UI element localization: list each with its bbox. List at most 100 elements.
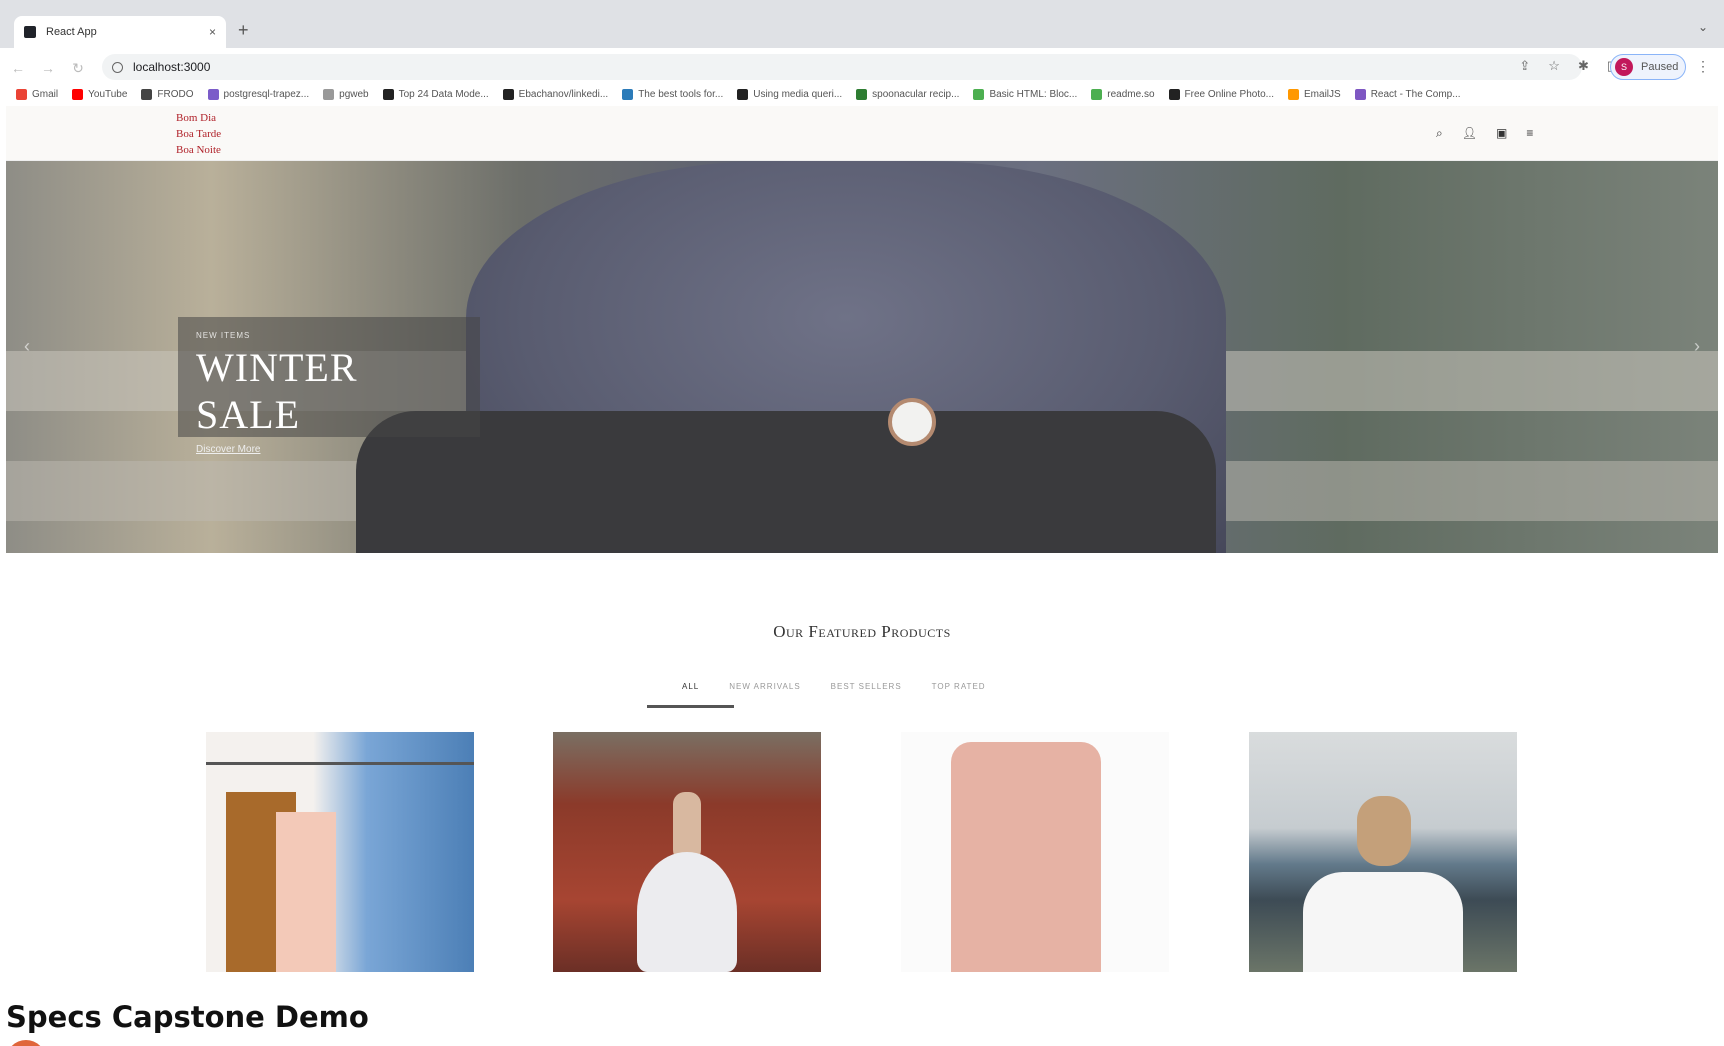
greeting-afternoon: Boa Tarde [176,128,222,140]
bookmark-item[interactable]: Free Online Photo... [1168,88,1275,100]
bookmark-favicon-icon [973,88,985,100]
bookmark-label: postgresql-trapez... [223,88,310,100]
bookmark-favicon-icon [72,88,84,100]
extensions-icon[interactable]: ✱ [1578,58,1589,74]
product-image-dress [637,852,737,972]
share-icon[interactable]: ⇪ [1519,58,1530,74]
new-tab-icon[interactable]: + [238,20,249,41]
bookmark-favicon-icon [737,88,749,100]
bookmark-item[interactable]: Top 24 Data Mode... [382,88,489,100]
bookmark-item[interactable]: Ebachanov/linkedi... [502,88,609,100]
browser-tab[interactable]: React App × [14,16,226,48]
bookmark-item[interactable]: FRODO [141,88,194,100]
bookmark-label: spoonacular recip... [872,88,960,100]
bookmark-favicon-icon [323,88,335,100]
featured-title: Our Featured Products [773,622,951,641]
greeting-morning: Bom Dia [176,112,217,124]
product-image [1357,796,1411,866]
greeting-night: Boa Noite [176,144,221,156]
bookmark-item[interactable]: EmailJS [1288,88,1341,100]
star-icon[interactable]: ☆ [1548,58,1560,74]
bookmark-label: Using media queri... [753,88,843,100]
bookmark-item[interactable]: The best tools for... [622,88,724,100]
bookmarks-bar: Gmail YouTube FRODO postgresql-trapez... pgw… [0,82,1724,106]
bookmark-favicon-icon [622,88,634,100]
bookmark-item[interactable]: YouTube [72,88,128,100]
forward-icon[interactable]: → [36,60,60,76]
bookmark-label: The best tools for... [638,88,724,100]
bookmark-favicon-icon [141,88,153,100]
bookmark-label: readme.so [1107,88,1155,100]
bookmark-label: FRODO [157,88,194,100]
close-icon[interactable]: × [209,25,216,39]
bookmark-item[interactable]: Using media queri... [737,88,843,100]
bookmark-label: Ebachanov/linkedi... [518,88,609,100]
product-grid [6,732,1718,972]
url-text: localhost:3000 [133,60,211,74]
product-card[interactable] [206,732,474,972]
bookmark-favicon-icon [1354,88,1366,100]
browser-tab-strip: React App × + ⌄ [0,0,1724,48]
product-filters: ALL NEW ARRIVALS BEST SELLERS TOP RATED [646,682,986,708]
reload-icon[interactable]: ↻ [66,60,90,77]
hero-banner: ‹ › NEW ITEMS WINTER SALE Discover More [6,161,1718,553]
bookmark-favicon-icon [207,88,219,100]
bookmark-label: Top 24 Data Mode... [398,88,489,100]
filter-all[interactable]: ALL [646,682,735,708]
bookmark-label: Gmail [32,88,59,100]
avatar: S [1615,58,1633,76]
discover-more-link[interactable]: Discover More [196,444,462,455]
bookmark-item[interactable]: spoonacular recip... [856,88,960,100]
bookmark-label: Basic HTML: Bloc... [989,88,1078,100]
bookmark-item[interactable]: React - The Comp... [1354,88,1461,100]
product-card[interactable] [1249,732,1517,972]
profile-button[interactable]: S Paused [1610,54,1686,80]
bookmark-item[interactable]: pgweb [323,88,369,100]
filter-top-rated[interactable]: TOP RATED [932,682,986,691]
hero-headline: WINTER SALE [196,345,358,437]
site-header: Bom Dia Boa Tarde Boa Noite ⌕ 👤︎ ▣ ≡ [6,106,1718,161]
channel-avatar[interactable] [6,1040,46,1046]
menu-icon[interactable]: ≡ [1526,126,1533,141]
hero-caption: NEW ITEMS WINTER SALE Discover More [178,317,480,455]
site-info-icon[interactable] [112,61,123,73]
bookmark-favicon-icon [382,88,394,100]
filter-new-arrivals[interactable]: NEW ARRIVALS [729,682,800,691]
hero-image-pants [356,411,1216,553]
prev-arrow-icon[interactable]: ‹ [24,336,30,357]
product-image-top [276,812,336,972]
profile-status: Paused [1641,61,1679,73]
bookmark-item[interactable]: Gmail [16,88,59,100]
bookmark-label: EmailJS [1304,88,1341,100]
bookmark-item[interactable]: Basic HTML: Bloc... [973,88,1078,100]
greeting-list: Bom Dia Boa Tarde Boa Noite [176,110,221,158]
product-card[interactable] [901,732,1169,972]
chevron-down-icon[interactable]: ⌄ [1698,20,1708,34]
address-bar[interactable]: localhost:3000 [102,54,1582,80]
user-icon[interactable]: 👤︎ [1462,126,1477,141]
bag-icon[interactable]: ▣ [1496,126,1507,141]
bookmark-favicon-icon [856,88,868,100]
hero-kicker: NEW ITEMS [196,331,251,340]
bookmark-label: YouTube [88,88,128,100]
more-icon[interactable]: ⋮ [1696,58,1710,75]
bookmark-label: Free Online Photo... [1184,88,1275,100]
bookmark-favicon-icon [16,88,27,100]
product-image [951,742,1101,972]
filter-best-sellers[interactable]: BEST SELLERS [831,682,902,691]
bookmark-item[interactable]: postgresql-trapez... [207,88,310,100]
search-icon[interactable]: ⌕ [1436,126,1443,141]
product-card[interactable] [553,732,821,972]
product-image [206,762,474,765]
hero-image-watch [888,398,936,446]
bookmark-label: pgweb [339,88,369,100]
tab-title: React App [46,26,97,38]
react-favicon-icon [24,26,36,38]
next-arrow-icon[interactable]: › [1694,336,1700,357]
video-title: Specs Capstone Demo [6,1000,369,1034]
bookmark-favicon-icon [1168,88,1180,100]
bookmark-favicon-icon [1091,88,1103,100]
back-icon[interactable]: ← [6,60,30,76]
bookmark-item[interactable]: readme.so [1091,88,1155,100]
bookmark-label: React - The Comp... [1370,88,1461,100]
